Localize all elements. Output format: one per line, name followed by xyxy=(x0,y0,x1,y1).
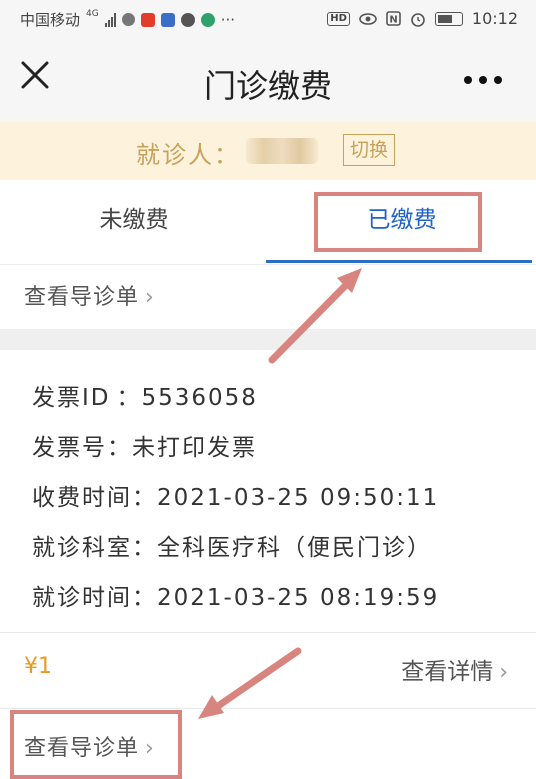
arrow-down-icon xyxy=(198,647,302,719)
arrow-up-icon xyxy=(268,268,362,364)
annotation-arrows xyxy=(198,268,362,719)
